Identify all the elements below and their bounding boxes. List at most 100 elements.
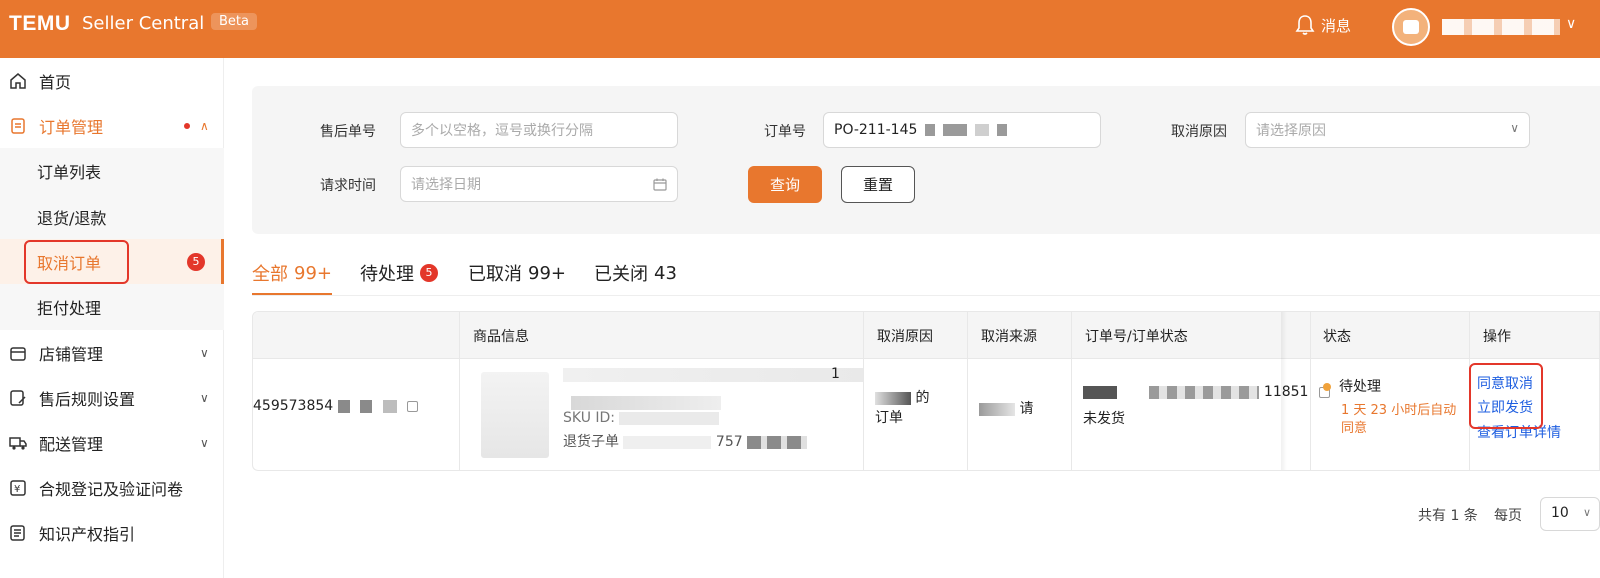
tab-all[interactable]: 全部 99+ [252,260,332,295]
avatar[interactable] [1392,8,1430,46]
tab-count: 99+ [294,262,332,284]
sidebar-item-label: 知识产权指引 [39,525,136,544]
after-sale-no-label: 售后单号 [320,124,376,140]
truck-icon [9,437,27,450]
redacted-mask [360,399,373,413]
bell-icon [1295,15,1315,35]
notification-dot [184,123,190,129]
request-time-picker[interactable]: 请选择日期 [400,166,678,202]
product-title-redacted[interactable] [563,368,863,382]
column-header: 商品信息 [473,329,529,345]
sidebar-item-chargeback[interactable]: 拒付处理 [0,284,224,330]
order-number: 11851 [1083,384,1330,400]
svg-text:¥: ¥ [14,484,20,495]
sidebar-item-store[interactable]: 店铺管理 ∨ [0,330,224,376]
redacted-mask [619,411,720,425]
sku-label: SKU ID: [563,410,616,426]
column-divider [459,312,460,470]
column-divider [1071,312,1072,470]
cancel-reason: 的 订单 [875,388,929,428]
sidebar-item-after-sale-rules[interactable]: 售后规则设置 ∨ [0,375,224,421]
product-spec-redacted [571,396,721,410]
sidebar-item-compliance[interactable]: ¥ 合规登记及验证问卷 [0,465,224,511]
status: 待处理 [1323,376,1381,396]
sidebar-item-label: 首页 [39,73,72,92]
page-size-select[interactable]: 10 ∨ [1540,497,1600,531]
tab-count: 43 [654,262,677,284]
chevron-up-icon: ∧ [200,119,209,133]
column-divider [967,312,968,470]
filter-panel: 售后单号 多个以空格，逗号或换行分隔 订单号 PO-211-145 取消原因 请… [252,86,1600,234]
redacted-mask [997,124,1008,136]
sidebar-item-label: 合规登记及验证问卷 [39,480,184,499]
chevron-down-icon: ∨ [1510,121,1519,135]
sidebar: 首页 订单管理 ∧ 订单列表 退货/退款 取消订单 5 拒付处理 店铺管理 ∨ … [0,58,224,578]
source-text: 请 [1019,401,1034,417]
after-sale-no-input[interactable]: 多个以空格，逗号或换行分隔 [400,112,678,148]
redacted-mask [875,391,911,405]
sidebar-item-home[interactable]: 首页 [0,58,224,104]
sidebar-item-shipping[interactable]: 配送管理 ∨ [0,420,224,466]
sidebar-item-order-management[interactable]: 订单管理 ∧ [0,103,224,149]
tab-pending[interactable]: 待处理 5 [360,260,438,286]
sidebar-item-order-list[interactable]: 订单列表 [0,148,224,194]
cancel-reason-placeholder: 请选择原因 [1256,123,1326,139]
order-icon [11,118,25,134]
chevron-down-icon: ∨ [200,436,209,450]
tab-count: 99+ [528,262,566,284]
product-thumbnail[interactable] [481,372,549,458]
messages-button[interactable]: 消息 [1295,14,1351,36]
cancel-reason-select[interactable]: 请选择原因 ∨ [1245,112,1530,148]
column-divider [863,312,864,470]
tab-label: 全部 [252,264,288,285]
order-no-label: 订单号 [764,124,806,140]
sidebar-item-label: 订单列表 [37,163,102,182]
total-count: 共有 1 条 [1418,508,1478,524]
sub-order-tail: 757 [715,434,743,450]
status-dot [1323,383,1331,391]
account-name-redacted[interactable] [1442,19,1560,35]
column-header: 状态 [1323,329,1351,345]
query-button[interactable]: 查询 [748,166,822,203]
chevron-down-icon[interactable]: ∨ [1566,16,1576,32]
order-no-tail: 11851 [1263,384,1309,400]
count-badge: 5 [420,264,438,282]
sidebar-item-label: 退货/退款 [37,209,107,228]
sidebar-item-label: 拒付处理 [37,299,102,318]
reason-text: 的 [915,390,930,406]
cancel-reason-label: 取消原因 [1171,124,1227,140]
sub-order-label: 退货子单 [563,434,619,450]
sidebar-item-returns[interactable]: 退货/退款 [0,194,224,240]
redacted-mask [1149,385,1260,399]
product-sku: SKU ID: [563,410,720,426]
highlight-annotation [24,240,129,284]
sidebar-item-ip-guide[interactable]: 知识产权指引 [0,510,224,556]
status-tabs: 全部 99+ 待处理 5 已取消 99+ 已关闭 43 [252,256,1600,296]
tab-cancelled[interactable]: 已取消 99+ [468,260,566,286]
column-header: 取消原因 [877,329,933,345]
per-page-label: 每页 [1494,508,1522,524]
messages-label: 消息 [1321,16,1352,35]
return-sub-order: 退货子单 757 [563,431,808,451]
after-sale-id: 459573854 [253,398,418,414]
auto-approve-countdown: 1 天 23 小时后自动同意 [1341,403,1457,436]
redacted-mask [382,399,397,413]
table-header: 商品信息 取消原因 取消来源 订单号/订单状态 状态 操作 [253,312,1599,359]
temu-logo[interactable]: TEMU [9,12,71,36]
product-qty: 1 [831,366,840,382]
order-no-input[interactable]: PO-211-145 [823,112,1101,148]
cancel-orders-table: 商品信息 取消原因 取消来源 订单号/订单状态 状态 操作 459573854 … [252,311,1600,471]
column-header: 取消来源 [981,329,1037,345]
rules-icon [10,390,26,406]
ip-icon [10,525,25,541]
redacted-mask [747,435,808,449]
top-bar: TEMU Seller Central Beta 消息 ∨ [0,0,1600,58]
sidebar-item-label: 店铺管理 [39,345,104,364]
sidebar-item-label: 配送管理 [39,435,104,454]
reset-button[interactable]: 重置 [841,166,915,203]
sidebar-item-label: 售后规则设置 [39,390,136,409]
count-badge: 5 [187,253,205,271]
reason-text: 订单 [875,410,903,426]
copy-icon[interactable] [406,400,418,412]
tab-closed[interactable]: 已关闭 43 [594,260,677,286]
